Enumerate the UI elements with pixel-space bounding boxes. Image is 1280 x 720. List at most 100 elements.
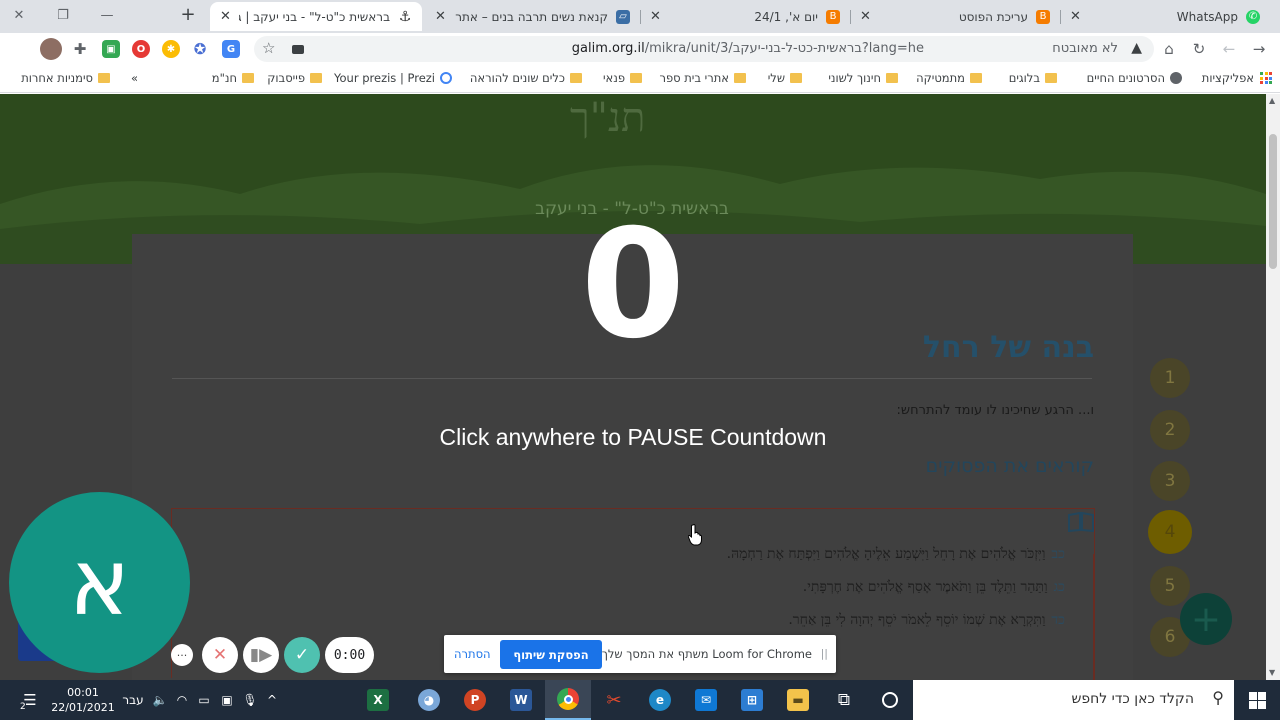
microphone-icon[interactable]: 🎙 xyxy=(240,680,260,720)
share-message: Loom for Chrome משתף את המסך שלך. xyxy=(598,647,812,661)
tab-title: WhatsApp xyxy=(1176,9,1238,24)
bookmark-facebook[interactable]: פייסבוק xyxy=(267,71,322,85)
bookmark-blogs[interactable]: בלוגים xyxy=(1009,71,1057,85)
mail-app[interactable]: ✉ xyxy=(683,680,729,720)
snip-icon: ✂ xyxy=(606,689,622,711)
tray-overflow-icon[interactable]: ^ xyxy=(262,680,282,720)
bookmark-mine[interactable]: שלי xyxy=(768,71,802,85)
pause-countdown-message[interactable]: Click anywhere to PAUSE Countdown xyxy=(0,424,1266,451)
bookmark-prezi[interactable]: Your prezis | Prezi xyxy=(334,71,452,85)
scroll-down-icon[interactable]: ▼ xyxy=(1269,668,1275,677)
more-options-button[interactable]: ··· xyxy=(171,644,193,666)
pause-recording-button[interactable]: ▮▶ xyxy=(243,637,279,673)
start-button[interactable] xyxy=(1234,680,1280,720)
windows-logo-icon xyxy=(1248,691,1266,709)
excel-app[interactable]: X xyxy=(355,680,401,720)
cancel-recording-button[interactable]: ✕ xyxy=(202,637,238,673)
task-view-icon: ⧉ xyxy=(837,690,851,710)
profile-avatar[interactable] xyxy=(40,38,62,60)
drag-handle-icon[interactable]: || xyxy=(821,647,828,660)
bookmark-special-ed[interactable]: חנ"מ xyxy=(212,71,254,85)
scroll-thumb[interactable] xyxy=(1269,134,1277,269)
countdown-number[interactable]: 0 xyxy=(0,200,1266,370)
cast-icon[interactable] xyxy=(292,45,304,54)
back-arrow-icon[interactable]: → xyxy=(1249,39,1269,59)
edge-app[interactable]: e xyxy=(637,680,683,720)
reload-icon[interactable]: ↻ xyxy=(1189,39,1209,59)
stop-sharing-button[interactable]: הפסקת שיתוף xyxy=(500,640,602,669)
url-path: /mikra/unit/3/בראשית-כט-ל-בני-יעקב?lang=… xyxy=(644,41,924,56)
address-bar[interactable]: ▲ לא מאובטח galim.org.il/mikra/unit/3/בר… xyxy=(254,36,1154,62)
browser-toolbar: → ← ↻ ⌂ ▲ לא מאובטח galim.org.il/mikra/u… xyxy=(0,33,1280,65)
finish-recording-button[interactable]: ✓ xyxy=(284,637,320,673)
bookmark-other[interactable]: סימניות אחרות xyxy=(21,71,110,85)
meet-now-icon[interactable]: ▣ xyxy=(216,680,238,720)
snip-app[interactable]: ✂ xyxy=(591,680,637,720)
tab-site-article[interactable]: ▱ קנאת נשים תרבה בנים – אתר ✕ xyxy=(425,2,640,31)
verse-line: כבוַיִּזְכֹּר אֱלֹהִים אֶת רָחֵל וַיִּשְ… xyxy=(726,546,1065,562)
powerpoint-app[interactable]: P xyxy=(452,680,498,720)
paint-app[interactable]: ◕ xyxy=(406,680,452,720)
warning-icon[interactable]: ▲ xyxy=(1131,40,1142,56)
home-icon[interactable]: ⌂ xyxy=(1159,39,1179,59)
close-tab-icon[interactable]: ✕ xyxy=(1070,9,1081,24)
url-text[interactable]: galim.org.il/mikra/unit/3/בראשית-כט-ל-בנ… xyxy=(572,41,924,56)
bookmark-leisure[interactable]: פנאי xyxy=(603,71,642,85)
extensions-puzzle-icon[interactable]: ✚ xyxy=(70,39,90,59)
minimize-window-button[interactable]: — xyxy=(88,2,126,28)
tab-blog-day[interactable]: B יום א', 24/1 ✕ xyxy=(640,2,850,31)
bookmark-school-sites[interactable]: אתרי בית ספר xyxy=(659,71,746,85)
bookmark-teaching-tools[interactable]: כלים שונים להוראה xyxy=(470,71,582,85)
bookmark-apps[interactable]: אפליקציות xyxy=(1202,71,1272,85)
close-tab-icon[interactable]: ✕ xyxy=(435,9,446,24)
add-fab-button[interactable]: + xyxy=(1180,593,1232,645)
step-button-3[interactable]: 3 xyxy=(1150,461,1190,501)
cortana-button[interactable] xyxy=(867,680,913,720)
bookmark-star-icon[interactable]: ☆ xyxy=(262,39,275,57)
clock[interactable]: 00:01 22/01/2021 xyxy=(51,680,114,720)
store-app[interactable]: ⊞ xyxy=(729,680,775,720)
bookmark-math[interactable]: מתמטיקה xyxy=(916,71,982,85)
intro-text: ו... הרגע שחיכינו לו עומד להתרחש: xyxy=(896,403,1094,418)
bookmark-live-videos[interactable]: הסרטונים החיים xyxy=(1087,71,1182,85)
blogger-icon: B xyxy=(1036,9,1050,24)
restore-window-button[interactable]: ❐ xyxy=(44,2,82,28)
extension-star-icon[interactable]: ✪ xyxy=(190,39,210,59)
globe-icon xyxy=(1170,72,1182,84)
wifi-icon[interactable]: ◠ xyxy=(172,680,192,720)
grammar-extension-icon[interactable]: ▣ xyxy=(102,40,120,58)
security-label[interactable]: לא מאובטח xyxy=(1052,41,1118,56)
camera-bubble-avatar[interactable]: א xyxy=(9,492,190,673)
close-tab-icon[interactable]: ✕ xyxy=(650,9,661,24)
page-scrollbar[interactable]: ▲ ▼ xyxy=(1266,94,1280,680)
tab-whatsapp[interactable]: ✆ WhatsApp ✕ xyxy=(1060,2,1270,31)
word-app[interactable]: W xyxy=(498,680,544,720)
translate-extension-icon[interactable]: G xyxy=(222,40,240,58)
file-explorer-app[interactable]: ▬ xyxy=(775,680,821,720)
language-indicator[interactable]: עבר xyxy=(118,680,148,720)
battery-icon[interactable]: ▭ xyxy=(194,680,214,720)
taskbar-search-input[interactable]: הקלד כאן כדי לחפש ⚲ xyxy=(913,680,1234,720)
bookmarks-overflow-button[interactable]: » xyxy=(131,71,138,85)
close-window-button[interactable]: ✕ xyxy=(0,2,38,28)
colorful-extension-icon[interactable]: ✱ xyxy=(162,40,180,58)
volume-icon[interactable]: 🔈 xyxy=(150,680,170,720)
notification-center-icon[interactable]: ☰ 2 xyxy=(12,680,48,720)
cortana-icon xyxy=(882,692,898,708)
tab-edit-post[interactable]: B עריכת הפוסט ✕ xyxy=(850,2,1060,31)
folder-icon xyxy=(734,73,746,83)
hide-button[interactable]: הסתרה xyxy=(454,647,491,661)
chrome-app[interactable] xyxy=(545,680,591,720)
new-tab-button[interactable]: + xyxy=(178,5,198,25)
task-view-app[interactable]: ⧉ xyxy=(821,680,867,720)
scroll-up-icon[interactable]: ▲ xyxy=(1269,96,1275,105)
step-button-4[interactable]: 4 xyxy=(1148,510,1192,554)
close-tab-icon[interactable]: ✕ xyxy=(860,9,871,24)
forward-arrow-icon[interactable]: ← xyxy=(1219,39,1239,59)
tab-galim-active[interactable]: ⚓ בראשית כ"ט-ל" - בני יעקב | גל ✕ xyxy=(210,2,422,31)
close-tab-icon[interactable]: ✕ xyxy=(220,9,231,24)
step-button-5[interactable]: 5 xyxy=(1150,566,1190,606)
mail-icon: ✉ xyxy=(695,689,717,711)
opera-extension-icon[interactable]: O xyxy=(132,40,150,58)
bookmark-language-ed[interactable]: חינוך לשוני xyxy=(828,71,898,85)
